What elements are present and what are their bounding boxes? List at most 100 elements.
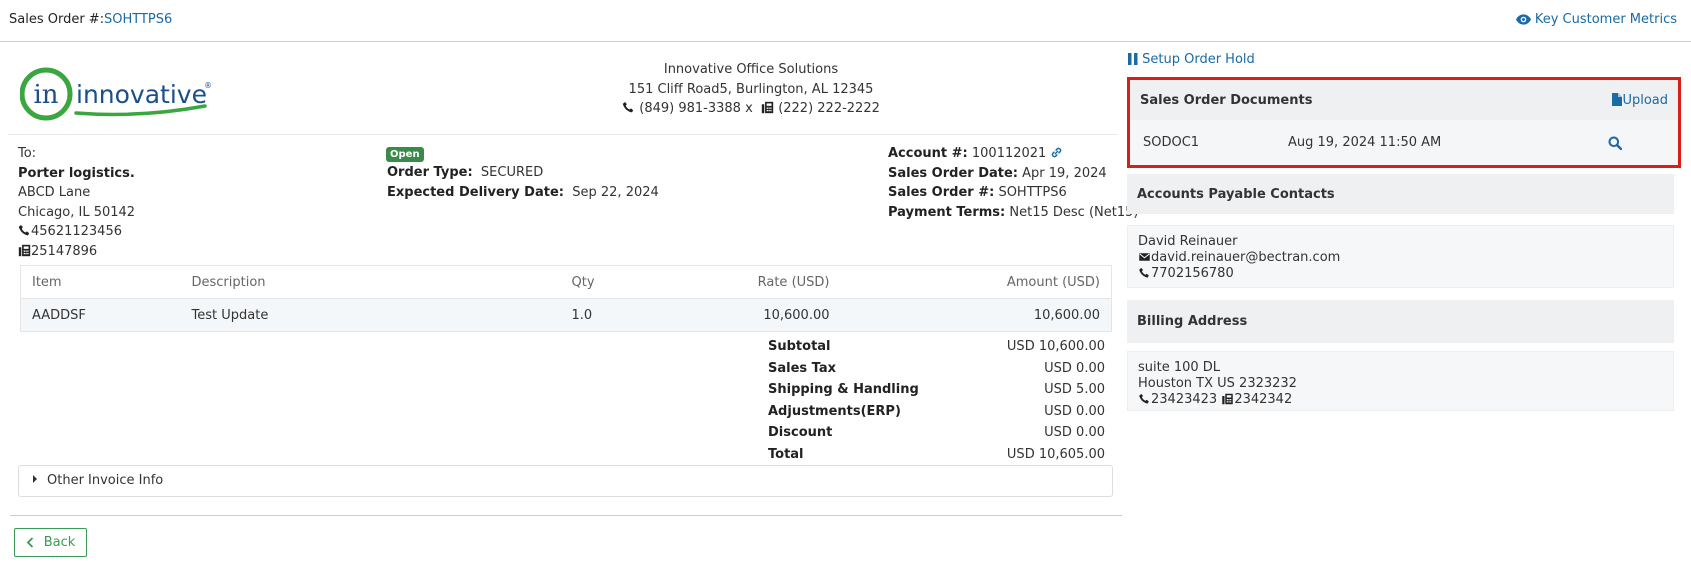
company-contact: (849) 981-3388 x (222) 222-2222 — [586, 99, 916, 119]
to-label: To: — [18, 146, 37, 161]
document-name: SODOC1 — [1143, 135, 1200, 150]
ap-contacts-title: Accounts Payable Contacts — [1137, 186, 1335, 202]
billing-contact-line: 23423423 2342342 — [1138, 392, 1663, 408]
cell-amount: 10,600.00 — [840, 298, 1112, 332]
subtotal-label: Subtotal — [768, 339, 831, 354]
billing-line-2: Houston TX US 2323232 — [1138, 376, 1297, 391]
col-description: Description — [180, 265, 561, 299]
order-type-label: Order Type: — [387, 165, 473, 180]
to-name: Porter logistics. — [18, 165, 135, 181]
billing-address-body: suite 100 DL Houston TX US 2323232 23423… — [1127, 351, 1674, 411]
company-logo: in innovative ® — [19, 64, 230, 128]
total-value: USD 10,605.00 — [1006, 446, 1105, 462]
file-icon — [1612, 92, 1623, 106]
billing-line-1: suite 100 DL — [1138, 360, 1221, 375]
company-phone: (849) 981-3388 x — [639, 101, 753, 116]
company-name: Innovative Office Solutions — [663, 62, 839, 77]
cell-rate: 10,600.00 — [660, 298, 841, 332]
ap-contacts-panel-header: Accounts Payable Contacts — [1127, 174, 1674, 214]
discount-label: Discount — [768, 425, 833, 440]
cell-description: Test Update — [180, 298, 561, 332]
contact-phone: 7702156780 — [1151, 266, 1234, 281]
company-address: 151 Cliff Road5, Burlington, AL 12345 — [628, 81, 874, 97]
total-row: Total USD 10,605.00 — [768, 444, 1105, 466]
documents-panel-header: Sales Order Documents Upload — [1130, 80, 1678, 120]
fax-icon — [761, 101, 774, 114]
setup-order-hold-link[interactable]: Setup Order Hold — [1128, 52, 1255, 67]
to-fax: 25147896 — [31, 243, 98, 259]
to-fax-line: 25147896 — [18, 242, 135, 262]
delivery-date-line: Expected Delivery Date: Sep 22, 2024 — [387, 183, 659, 203]
contact-email: david.reinauer@bectran.com — [1151, 250, 1341, 265]
shipping-row: Shipping & Handling USD 5.00 — [768, 379, 1105, 401]
fax-icon — [18, 244, 31, 257]
key-customer-metrics-label: Key Customer Metrics — [1534, 12, 1677, 27]
col-rate: Rate (USD) — [660, 265, 841, 299]
cell-item: AADDSF — [20, 298, 181, 332]
phone-icon — [18, 224, 31, 237]
fax-icon — [1221, 393, 1234, 405]
link-icon[interactable] — [1050, 146, 1063, 159]
shipping-label: Shipping & Handling — [768, 382, 919, 397]
logo-word: innovative — [76, 80, 207, 109]
delivery-date-value: Sep 22, 2024 — [572, 184, 659, 200]
back-button[interactable]: Back — [14, 528, 87, 557]
company-fax: (222) 222-2222 — [778, 101, 880, 116]
to-phone-line: 45621123456 — [18, 222, 135, 242]
logo-reg: ® — [204, 81, 212, 90]
status-badge: Open — [386, 147, 424, 162]
subtotal-row: Subtotal USD 10,600.00 — [768, 336, 1105, 358]
items-table: Item Description Qty Rate (USD) Amount (… — [20, 265, 1112, 332]
phone-icon — [1138, 267, 1151, 279]
order-info-block: Order Type: SECURED Expected Delivery Da… — [387, 163, 659, 202]
search-icon[interactable] — [1608, 136, 1622, 150]
chevron-left-icon — [26, 537, 33, 548]
order-date-line: Sales Order Date: Apr 19, 2024 — [888, 164, 1138, 184]
logo-mark: in — [33, 80, 58, 110]
col-amount: Amount (USD) — [840, 265, 1112, 299]
order-number-line: Sales Order #: SOHTTPS6 — [888, 183, 1138, 203]
billing-fax: 2342342 — [1234, 392, 1293, 407]
order-type-line: Order Type: SECURED — [387, 163, 659, 183]
pause-icon — [1128, 53, 1138, 65]
sales-tax-row: Sales Tax USD 0.00 — [768, 358, 1105, 380]
contact-phone-line: 7702156780 — [1138, 266, 1663, 282]
upload-label: Upload — [1622, 92, 1668, 108]
other-invoice-info-toggle[interactable]: Other Invoice Info — [18, 465, 1113, 497]
company-info: Innovative Office Solutions 151 Cliff Ro… — [586, 60, 916, 119]
payment-terms-value: Net15 Desc (Net15) — [1009, 204, 1139, 220]
account-value: 100112021 — [971, 146, 1047, 161]
contact-email-line: david.reinauer@bectran.com — [1138, 250, 1663, 266]
phone-icon — [622, 101, 635, 114]
to-phone: 45621123456 — [31, 224, 122, 239]
caret-right-icon — [33, 475, 37, 483]
payment-terms-label: Payment Terms: — [888, 204, 1006, 220]
sales-tax-value: USD 0.00 — [1044, 360, 1105, 376]
adjustments-value: USD 0.00 — [1044, 403, 1105, 419]
document-row: SODOC1 Aug 19, 2024 11:50 AM — [1130, 120, 1678, 165]
delivery-date-label: Expected Delivery Date: — [387, 184, 564, 200]
discount-row: Discount USD 0.00 — [768, 422, 1105, 444]
back-label: Back — [43, 535, 76, 550]
contact-name: David Reinauer — [1138, 234, 1238, 249]
ap-contacts-body: David Reinauer david.reinauer@bectran.co… — [1127, 225, 1674, 288]
upload-link[interactable]: Upload — [1612, 92, 1668, 108]
col-qty: Qty — [560, 265, 661, 299]
other-invoice-info-label: Other Invoice Info — [47, 473, 164, 488]
sales-order-label: Sales Order #: — [9, 12, 105, 27]
col-item: Item — [20, 265, 181, 299]
adjustments-label: Adjustments(ERP) — [768, 403, 901, 419]
bottom-divider — [10, 515, 1122, 516]
sales-tax-label: Sales Tax — [768, 360, 837, 376]
order-type-value: SECURED — [480, 165, 544, 180]
phone-icon — [1138, 393, 1151, 405]
header-divider — [8, 134, 1118, 135]
table-row: AADDSF Test Update 1.0 10,600.00 10,600.… — [20, 298, 1112, 332]
to-street: ABCD Lane — [18, 185, 91, 200]
order-date-value: Apr 19, 2024 — [1022, 165, 1107, 181]
key-customer-metrics-link[interactable]: Key Customer Metrics — [1515, 12, 1677, 27]
billing-address-panel-header: Billing Address — [1127, 300, 1674, 343]
total-label: Total — [768, 446, 804, 462]
shipping-value: USD 5.00 — [1044, 382, 1105, 397]
billing-address-title: Billing Address — [1137, 314, 1248, 329]
